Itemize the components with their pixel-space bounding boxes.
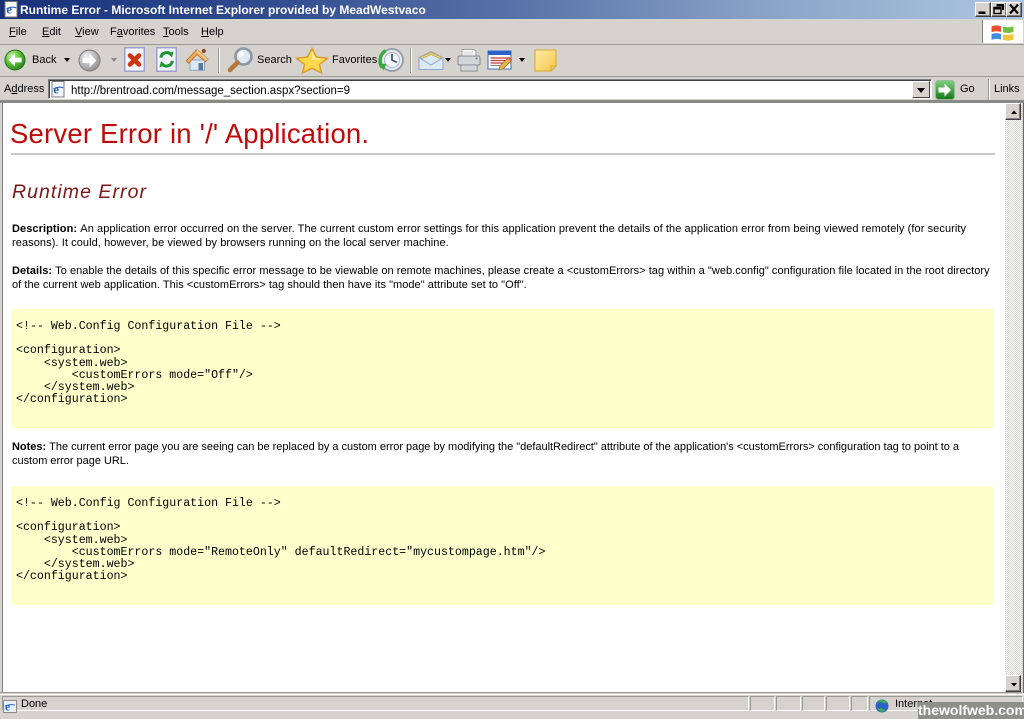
svg-text:e: e: [5, 702, 10, 714]
